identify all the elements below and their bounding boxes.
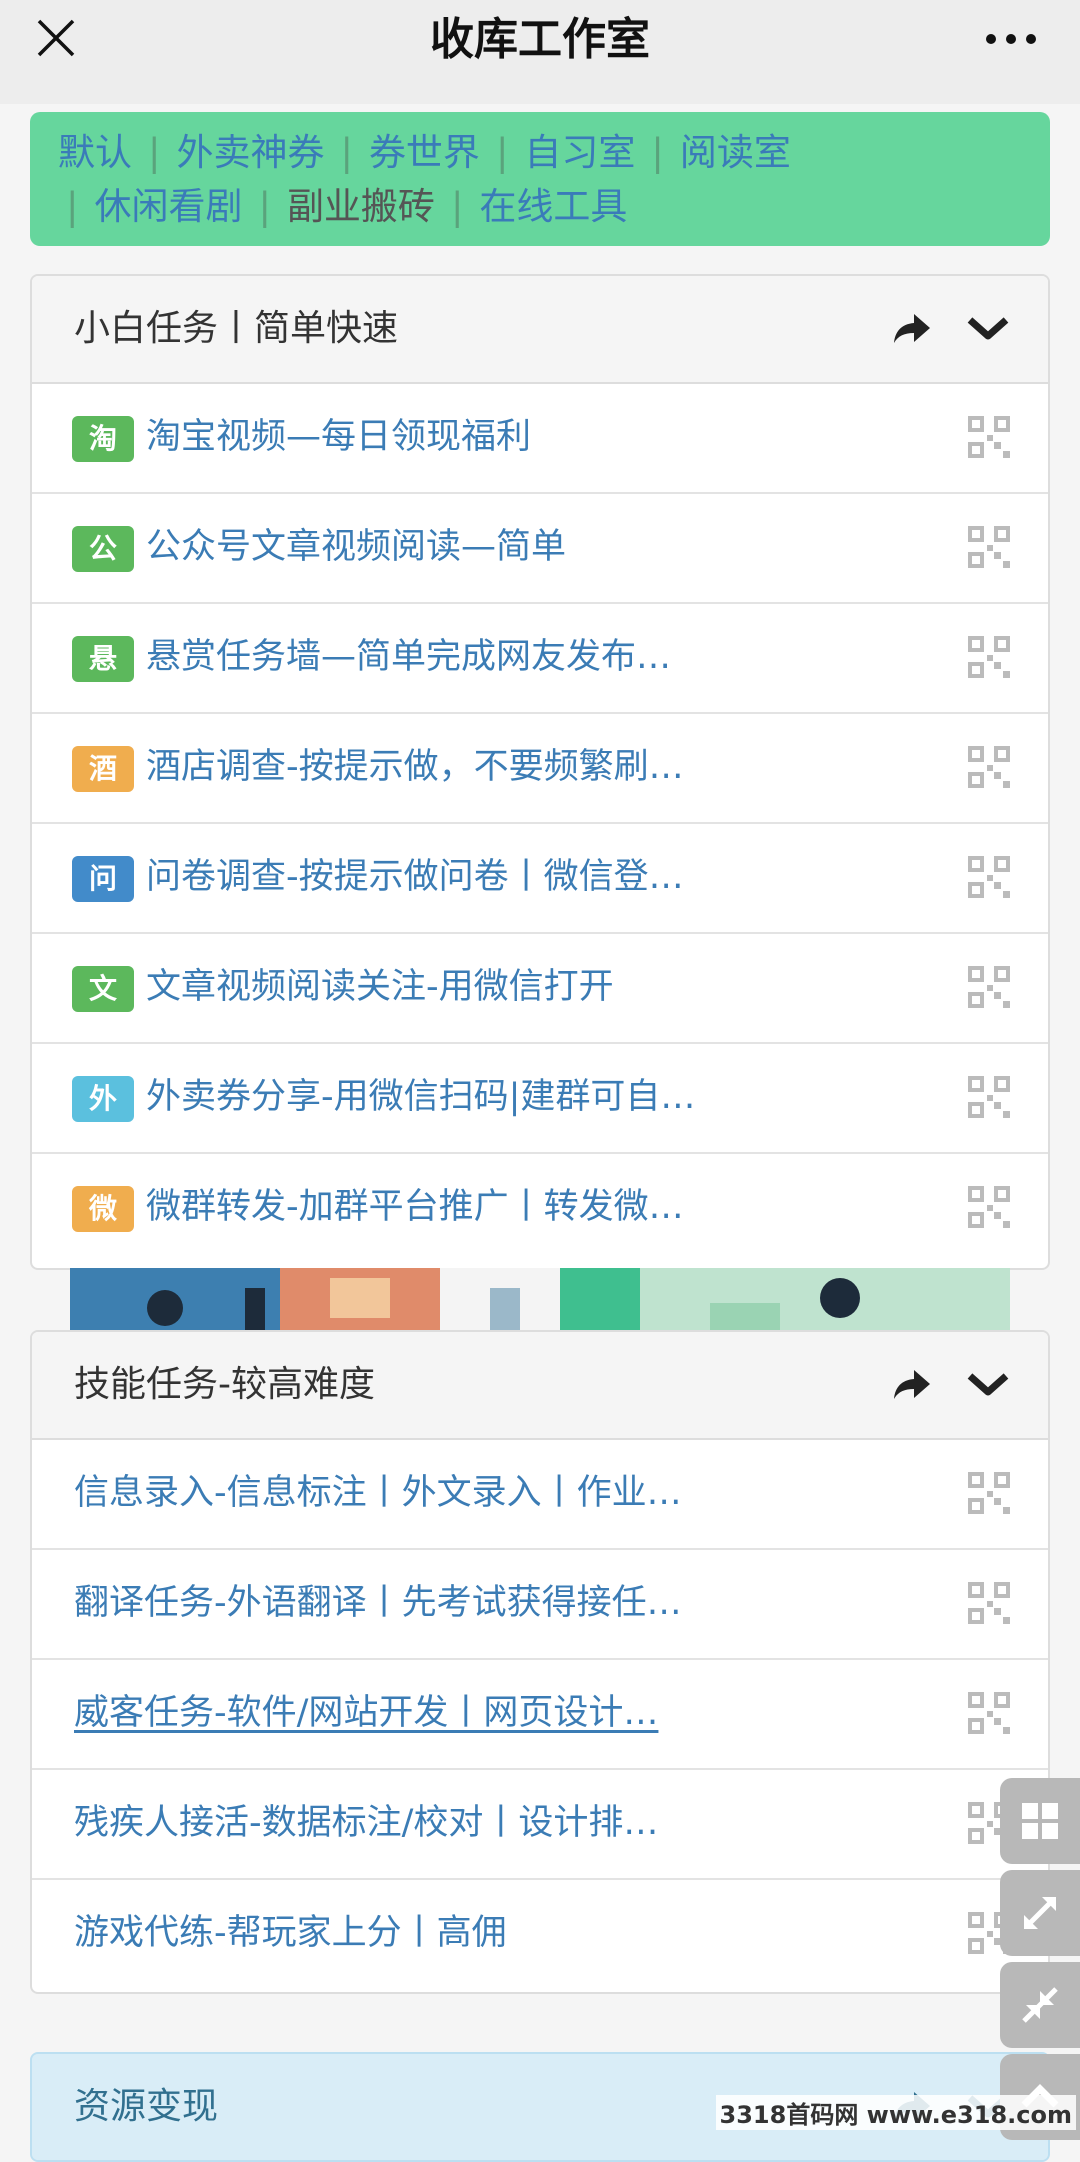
list-item[interactable]: 问 问卷调查-按提示做问卷丨微信登…	[32, 824, 1048, 934]
qr-code-icon[interactable]	[968, 1186, 1010, 1228]
list-item[interactable]: 文 文章视频阅读关注-用微信打开	[32, 934, 1048, 1044]
panel-title: 技能任务-较高难度	[74, 1364, 375, 1405]
list-item[interactable]: 外 外卖券分享-用微信扫码|建群可自…	[32, 1044, 1048, 1154]
list-item-title[interactable]: 问卷调查-按提示做问卷丨微信登…	[146, 824, 684, 930]
panel-title: 小白任务丨简单快速	[74, 308, 399, 349]
qr-code-icon[interactable]	[968, 1692, 1010, 1734]
top-bar: 收库工作室	[0, 0, 1080, 104]
category-link-takeout-coupons[interactable]: 外卖神券	[176, 131, 324, 174]
page-title: 收库工作室	[430, 14, 650, 65]
category-link-side-jobs[interactable]: 副业搬砖	[287, 185, 435, 228]
list-item-title[interactable]: 游戏代练-帮玩家上分丨高佣	[74, 1880, 507, 1986]
panel-title: 资源变现	[74, 2086, 219, 2127]
list-item[interactable]: 游戏代练-帮玩家上分丨高佣	[32, 1880, 1048, 1990]
category-badge: 悬	[72, 636, 134, 682]
list-item[interactable]: 公 公众号文章视频阅读—简单	[32, 494, 1048, 604]
category-link-coupon-world[interactable]: 券世界	[369, 131, 480, 174]
category-line-2: | 休闲看剧 | 副业搬砖 | 在线工具	[66, 185, 628, 228]
grid-view-button[interactable]	[1000, 1778, 1080, 1864]
category-link-reading-room[interactable]: 阅读室	[680, 131, 791, 174]
task-list: 信息录入-信息标注丨外文录入丨作业… 翻译任务-外语翻译丨先考试获得接任… 威客…	[32, 1440, 1048, 1990]
category-badge: 微	[72, 1186, 134, 1232]
list-item[interactable]: 悬 悬赏任务墙—简单完成网友发布…	[32, 604, 1048, 714]
category-nav: 默认 | 外卖神券 | 券世界 | 自习室 | 阅读室 | 休闲看剧 | 副业搬砖 | 在线工具	[30, 112, 1050, 246]
category-link-online-tools[interactable]: 在线工具	[479, 185, 627, 228]
list-item[interactable]: 残疾人接活-数据标注/校对丨设计排…	[32, 1770, 1048, 1880]
panel-skill-tasks: 技能任务-较高难度 信息录入-信息标注丨外文录入丨作业… 翻译任务-外语翻译丨先…	[30, 1330, 1050, 1994]
list-item-title[interactable]: 公众号文章视频阅读—简单	[146, 494, 566, 600]
category-badge: 酒	[72, 746, 134, 792]
panel-header: 小白任务丨简单快速	[32, 276, 1048, 384]
qr-code-icon[interactable]	[968, 526, 1010, 568]
chevron-down-icon[interactable]	[966, 1362, 1010, 1406]
category-badge: 公	[72, 526, 134, 572]
list-item-title[interactable]: 翻译任务-外语翻译丨先考试获得接任…	[74, 1550, 682, 1656]
list-item[interactable]: 淘 淘宝视频—每日领现福利	[32, 384, 1048, 494]
qr-code-icon[interactable]	[968, 636, 1010, 678]
qr-code-icon[interactable]	[968, 856, 1010, 898]
qr-code-icon[interactable]	[968, 1076, 1010, 1118]
watermark: 3318首码网 www.e318.com	[715, 2095, 1076, 2130]
chevron-down-icon[interactable]	[966, 306, 1010, 350]
collapse-icon	[1022, 1987, 1058, 2023]
decorative-illustration	[70, 1268, 1010, 1330]
list-item-title[interactable]: 信息录入-信息标注丨外文录入丨作业…	[74, 1440, 682, 1546]
panel-header: 技能任务-较高难度	[32, 1332, 1048, 1440]
category-badge: 淘	[72, 416, 134, 462]
expand-icon	[1024, 1897, 1056, 1929]
list-item-title[interactable]: 酒店调查-按提示做，不要频繁刷…	[146, 714, 684, 820]
qr-code-icon[interactable]	[968, 1582, 1010, 1624]
category-link-default[interactable]: 默认	[58, 131, 132, 174]
list-item-title[interactable]: 悬赏任务墙—简单完成网友发布…	[146, 604, 671, 710]
category-badge: 文	[72, 966, 134, 1012]
category-link-dramas[interactable]: 休闲看剧	[94, 185, 242, 228]
share-icon[interactable]	[890, 1362, 934, 1406]
list-item[interactable]: 酒 酒店调查-按提示做，不要频繁刷…	[32, 714, 1048, 824]
expand-all-button[interactable]	[1000, 1870, 1080, 1956]
qr-code-icon[interactable]	[968, 966, 1010, 1008]
collapse-all-button[interactable]	[1000, 1962, 1080, 2048]
list-item-title[interactable]: 外卖券分享-用微信扫码|建群可自…	[146, 1044, 695, 1150]
list-item-title[interactable]: 威客任务-软件/网站开发丨网页设计…	[74, 1660, 658, 1766]
share-icon[interactable]	[890, 306, 934, 350]
list-item-title[interactable]: 残疾人接活-数据标注/校对丨设计排…	[74, 1770, 658, 1876]
category-line-1: 默认 | 外卖神券 | 券世界 | 自习室 | 阅读室	[58, 131, 791, 174]
category-badge: 问	[72, 856, 134, 902]
list-item-title[interactable]: 文章视频阅读关注-用微信打开	[146, 934, 614, 1040]
category-link-study-room[interactable]: 自习室	[524, 131, 635, 174]
list-item[interactable]: 微 微群转发-加群平台推广丨转发微…	[32, 1154, 1048, 1264]
qr-code-icon[interactable]	[968, 1472, 1010, 1514]
grid-icon	[1022, 1803, 1058, 1839]
qr-code-icon[interactable]	[968, 416, 1010, 458]
list-item-title[interactable]: 淘宝视频—每日领现福利	[146, 384, 531, 490]
list-item[interactable]: 翻译任务-外语翻译丨先考试获得接任…	[32, 1550, 1048, 1660]
more-icon	[986, 34, 1036, 44]
panel-beginner-tasks: 小白任务丨简单快速 淘 淘宝视频—每日领现福利 公 公众号文章视频阅读—简单 悬…	[30, 274, 1050, 1270]
qr-code-icon[interactable]	[968, 746, 1010, 788]
category-badge: 外	[72, 1076, 134, 1122]
task-list: 淘 淘宝视频—每日领现福利 公 公众号文章视频阅读—简单 悬 悬赏任务墙—简单完…	[32, 384, 1048, 1264]
list-item[interactable]: 威客任务-软件/网站开发丨网页设计…	[32, 1660, 1048, 1770]
more-button[interactable]	[976, 14, 1046, 64]
list-item[interactable]: 信息录入-信息标注丨外文录入丨作业…	[32, 1440, 1048, 1550]
list-item-title[interactable]: 微群转发-加群平台推广丨转发微…	[146, 1154, 684, 1260]
